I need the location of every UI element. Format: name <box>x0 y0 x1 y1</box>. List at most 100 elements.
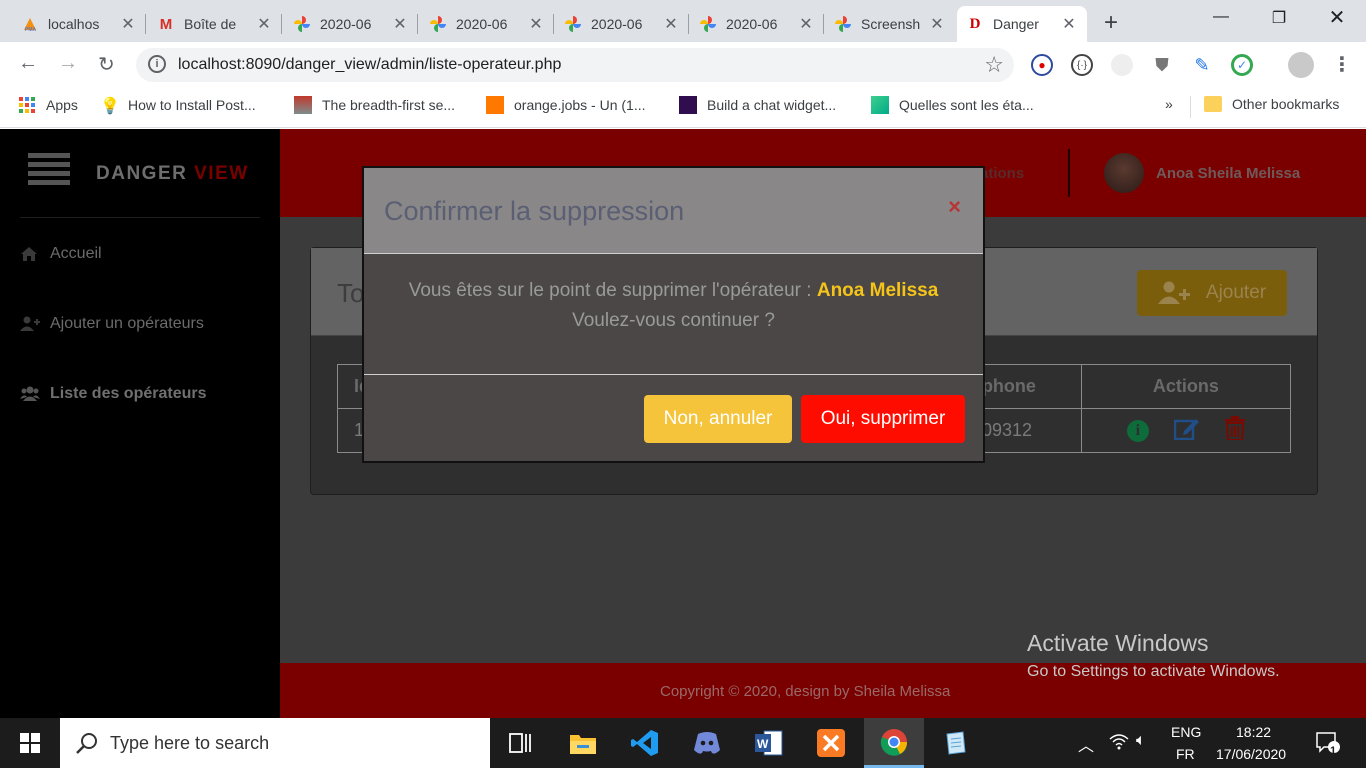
taskbar-search[interactable]: Type here to search <box>60 718 490 768</box>
sidebar-item-accueil[interactable]: Accueil <box>20 245 102 263</box>
close-tab-icon[interactable]: ✕ <box>929 14 945 34</box>
xampp-icon[interactable] <box>801 718 861 768</box>
feather-extension-icon[interactable]: ✎ <box>1191 54 1213 76</box>
bookmark-apps[interactable]: Apps <box>18 96 78 114</box>
address-bar[interactable]: i localhost:8090/danger_view/admin/liste… <box>136 48 1014 82</box>
close-tab-icon[interactable]: ✕ <box>663 14 679 34</box>
extension-icon[interactable]: {·} <box>1071 54 1093 76</box>
close-window-icon[interactable]: ✕ <box>1314 5 1360 30</box>
browser-tab-active[interactable]: D Danger ✕ <box>957 6 1087 42</box>
profile-avatar[interactable] <box>1288 52 1314 78</box>
action-center-icon[interactable] <box>1316 732 1340 757</box>
sidebar-item-liste-operateurs[interactable]: Liste des opérateurs <box>20 385 207 403</box>
menu-icon[interactable]: ⋮ <box>1332 52 1352 77</box>
tab-title: 2020-06 <box>591 16 643 32</box>
bookmark-item[interactable]: Build a chat widget... <box>679 96 836 114</box>
wifi-icon[interactable] <box>1108 732 1130 753</box>
reload-icon[interactable]: ↻ <box>98 52 115 77</box>
bookmark-item[interactable]: orange.jobs - Un (1... <box>486 96 646 114</box>
chevron-up-icon[interactable]: ︿ <box>1078 732 1094 756</box>
add-operator-button[interactable]: Ajouter <box>1137 270 1287 316</box>
home-icon <box>20 246 40 262</box>
search-placeholder: Type here to search <box>110 733 270 753</box>
other-bookmarks[interactable]: Other bookmarks <box>1204 96 1339 112</box>
browser-tab[interactable]: Screensh ✕ <box>825 6 955 42</box>
site-info-icon[interactable]: i <box>148 55 166 73</box>
menu-list-icon[interactable] <box>28 153 70 185</box>
google-photos-icon <box>430 16 446 32</box>
browser-tab[interactable]: 2020-06 ✕ <box>555 6 689 42</box>
vscode-icon[interactable] <box>615 718 675 768</box>
edit-icon[interactable] <box>1173 416 1200 445</box>
clock-date[interactable]: 17/06/2020 <box>1216 746 1286 762</box>
cancel-button[interactable]: Non, annuler <box>644 395 792 443</box>
browser-tab[interactable]: 2020-06 ✕ <box>420 6 554 42</box>
info-icon[interactable]: i <box>1126 420 1149 443</box>
close-tab-icon[interactable]: ✕ <box>528 14 544 34</box>
bookmark-item[interactable]: The breadth-first se... <box>294 96 455 114</box>
forward-icon[interactable]: → <box>58 52 78 75</box>
browser-tab[interactable]: M Boîte de ✕ <box>148 6 282 42</box>
discord-icon[interactable] <box>677 718 737 768</box>
confirm-delete-modal: Confirmer la suppression × Vous êtes sur… <box>362 166 985 463</box>
bookmark-label: The breadth-first se... <box>322 97 456 113</box>
user-avatar[interactable] <box>1104 153 1144 193</box>
bookmark-label: Build a chat widget... <box>707 97 837 113</box>
close-tab-icon[interactable]: ✕ <box>120 14 136 34</box>
task-view-icon[interactable] <box>490 718 550 768</box>
sidebar: DANGER VIEW Accueil Ajouter un opérateur… <box>0 129 280 718</box>
watermark-title: Activate Windows <box>1027 630 1209 656</box>
gmail-icon: M <box>159 15 173 33</box>
file-explorer-icon[interactable] <box>553 718 613 768</box>
close-tab-icon[interactable]: ✕ <box>392 14 408 34</box>
close-tab-icon[interactable]: ✕ <box>256 14 272 34</box>
browser-tab[interactable]: 2020-06 ✕ <box>284 6 418 42</box>
word-icon[interactable]: W <box>739 718 799 768</box>
browser-tab[interactable]: PMA localhos ✕ <box>12 6 146 42</box>
tab-title: Boîte de <box>184 16 237 32</box>
user-name[interactable]: Anoa Sheila Melissa <box>1156 165 1300 182</box>
notifications-link[interactable]: ations <box>980 165 1024 182</box>
bookmark-item[interactable]: Quelles sont les éta... <box>871 96 1034 114</box>
activate-windows-watermark: Activate Windows Go to Settings to activ… <box>1027 630 1280 681</box>
keyboard-layout[interactable]: FR <box>1176 746 1195 762</box>
apps-grid-icon <box>18 96 36 114</box>
chrome-icon[interactable] <box>864 718 924 768</box>
windows-start-icon[interactable] <box>0 718 60 768</box>
shield-extension-icon[interactable]: ⛊ <box>1151 54 1173 76</box>
notepad-icon[interactable] <box>926 718 986 768</box>
volume-icon[interactable]: 🔈︎ <box>1136 732 1146 750</box>
phpmyadmin-icon: PMA <box>22 16 38 32</box>
close-tab-icon[interactable]: ✕ <box>1061 14 1077 34</box>
maximize-icon[interactable]: ❐ <box>1256 8 1302 28</box>
new-tab-icon[interactable]: + <box>1104 9 1118 37</box>
bookmark-label: Apps <box>46 97 78 113</box>
browser-tab[interactable]: 2020-06 ✕ <box>690 6 824 42</box>
extension-icon[interactable] <box>1111 54 1133 76</box>
close-icon[interactable]: × <box>948 194 961 220</box>
minimize-icon[interactable]: — <box>1198 8 1244 26</box>
url-text[interactable]: localhost:8090/danger_view/admin/liste-o… <box>178 56 561 74</box>
bookmark-label: Quelles sont les éta... <box>899 97 1034 113</box>
bookmarks-overflow[interactable]: » <box>1165 96 1173 112</box>
back-icon[interactable]: ← <box>18 52 38 75</box>
modal-body: Vous êtes sur le point de supprimer l'op… <box>364 276 983 336</box>
bookmark-item[interactable]: 💡 How to Install Post... <box>100 96 256 115</box>
danger-view-icon: D <box>969 15 981 32</box>
col-header-phone: phone <box>980 364 1082 409</box>
brand-logo: DANGER VIEW <box>96 163 249 185</box>
bookmark-label: Other bookmarks <box>1232 96 1340 112</box>
col-header-actions: Actions <box>1080 364 1292 409</box>
add-button-label: Ajouter <box>1205 282 1267 303</box>
extension-icon[interactable]: ✓ <box>1231 54 1253 76</box>
sidebar-item-label: Ajouter un opérateurs <box>50 315 204 332</box>
clock-time[interactable]: 18:22 <box>1236 724 1271 740</box>
confirm-delete-button[interactable]: Oui, supprimer <box>801 395 965 443</box>
bookmark-star-icon[interactable]: ☆ <box>984 52 1004 78</box>
close-tab-icon[interactable]: ✕ <box>798 14 814 34</box>
language-indicator[interactable]: ENG <box>1171 724 1201 740</box>
folder-icon <box>1204 96 1222 112</box>
sidebar-item-ajouter-operateur[interactable]: Ajouter un opérateurs <box>20 315 204 333</box>
trash-icon[interactable] <box>1224 416 1245 445</box>
extension-icon[interactable]: ● <box>1031 54 1053 76</box>
